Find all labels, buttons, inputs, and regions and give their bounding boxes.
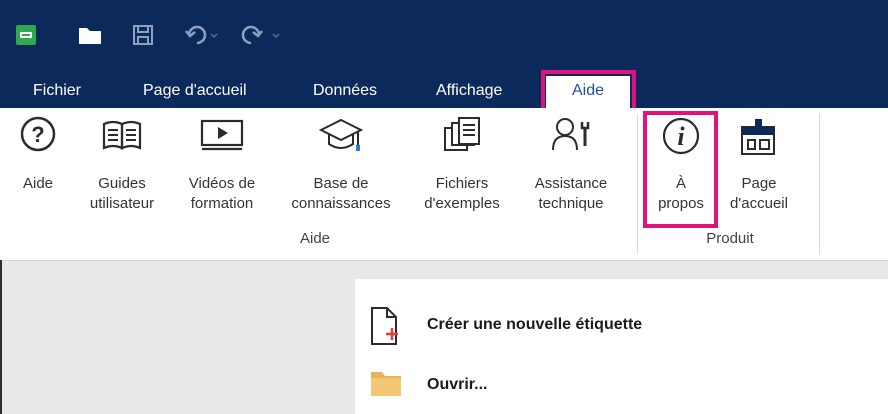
sample-files-icon (441, 116, 483, 159)
group-separator (637, 114, 638, 254)
training-videos-label: Vidéos de formation (188, 175, 256, 212)
about-label: À propos (658, 175, 704, 212)
about-button[interactable]: i À propos (650, 108, 712, 226)
folder-open-icon[interactable] (76, 22, 104, 48)
homepage-label: Page d'accueil (730, 175, 788, 212)
folder-icon (369, 366, 403, 403)
group-separator-end (819, 114, 820, 254)
open-item-text: Ouvrir... (427, 376, 488, 393)
homepage-button[interactable]: Page d'accueil (712, 108, 806, 226)
knowledge-base-button[interactable]: Base de connaissances (277, 108, 405, 226)
window-edge (0, 260, 2, 414)
tech-support-icon (550, 116, 592, 159)
tech-support-button[interactable]: Assistance technique (519, 108, 623, 226)
help-button-label: Aide (22, 175, 54, 192)
undo-icon[interactable] (184, 22, 220, 48)
video-icon (199, 116, 245, 157)
group-label-aide: Aide (299, 230, 331, 247)
sample-files-button[interactable]: Fichiers d'exemples (410, 108, 514, 226)
tab-donnees[interactable]: Données (313, 73, 377, 108)
help-circle-icon: ? (20, 116, 56, 157)
start-panel: Créer une nouvelle étiquette Ouvrir... (355, 279, 888, 414)
tab-affichage[interactable]: Affichage (436, 73, 502, 108)
create-label-item[interactable]: Créer une nouvelle étiquette (355, 306, 888, 346)
group-label-produit: Produit (706, 230, 754, 247)
user-guides-label: Guides utilisateur (89, 175, 155, 212)
tab-fichier[interactable]: Fichier (33, 73, 81, 108)
knowledge-base-label: Base de connaissances (291, 175, 391, 212)
tech-support-label: Assistance technique (534, 175, 608, 212)
training-videos-button[interactable]: Vidéos de formation (173, 108, 271, 226)
tab-page-accueil[interactable]: Page d'accueil (143, 73, 247, 108)
app-icon (14, 22, 38, 48)
create-label-text: Créer une nouvelle étiquette (427, 316, 643, 333)
ribbon: ? Aide Guides utilisateur Vidéos de form… (0, 108, 888, 261)
home-page-icon (738, 116, 780, 161)
svg-text:?: ? (31, 122, 44, 147)
info-icon: i (661, 116, 701, 161)
ribbon-tabs: Fichier Page d'accueil Données Affichage… (0, 73, 888, 108)
tab-aide[interactable]: Aide (546, 76, 630, 108)
book-icon (100, 116, 144, 157)
save-icon[interactable] (130, 22, 156, 48)
help-button[interactable]: ? Aide (14, 108, 62, 226)
graduation-cap-icon (318, 116, 364, 161)
user-guides-button[interactable]: Guides utilisateur (82, 108, 162, 226)
new-label-icon (369, 306, 399, 351)
svg-text:i: i (677, 122, 685, 151)
open-item[interactable]: Ouvrir... (355, 366, 888, 406)
redo-icon[interactable] (236, 22, 288, 48)
title-bar (0, 0, 888, 73)
sample-files-label: Fichiers d'exemples (424, 175, 500, 212)
